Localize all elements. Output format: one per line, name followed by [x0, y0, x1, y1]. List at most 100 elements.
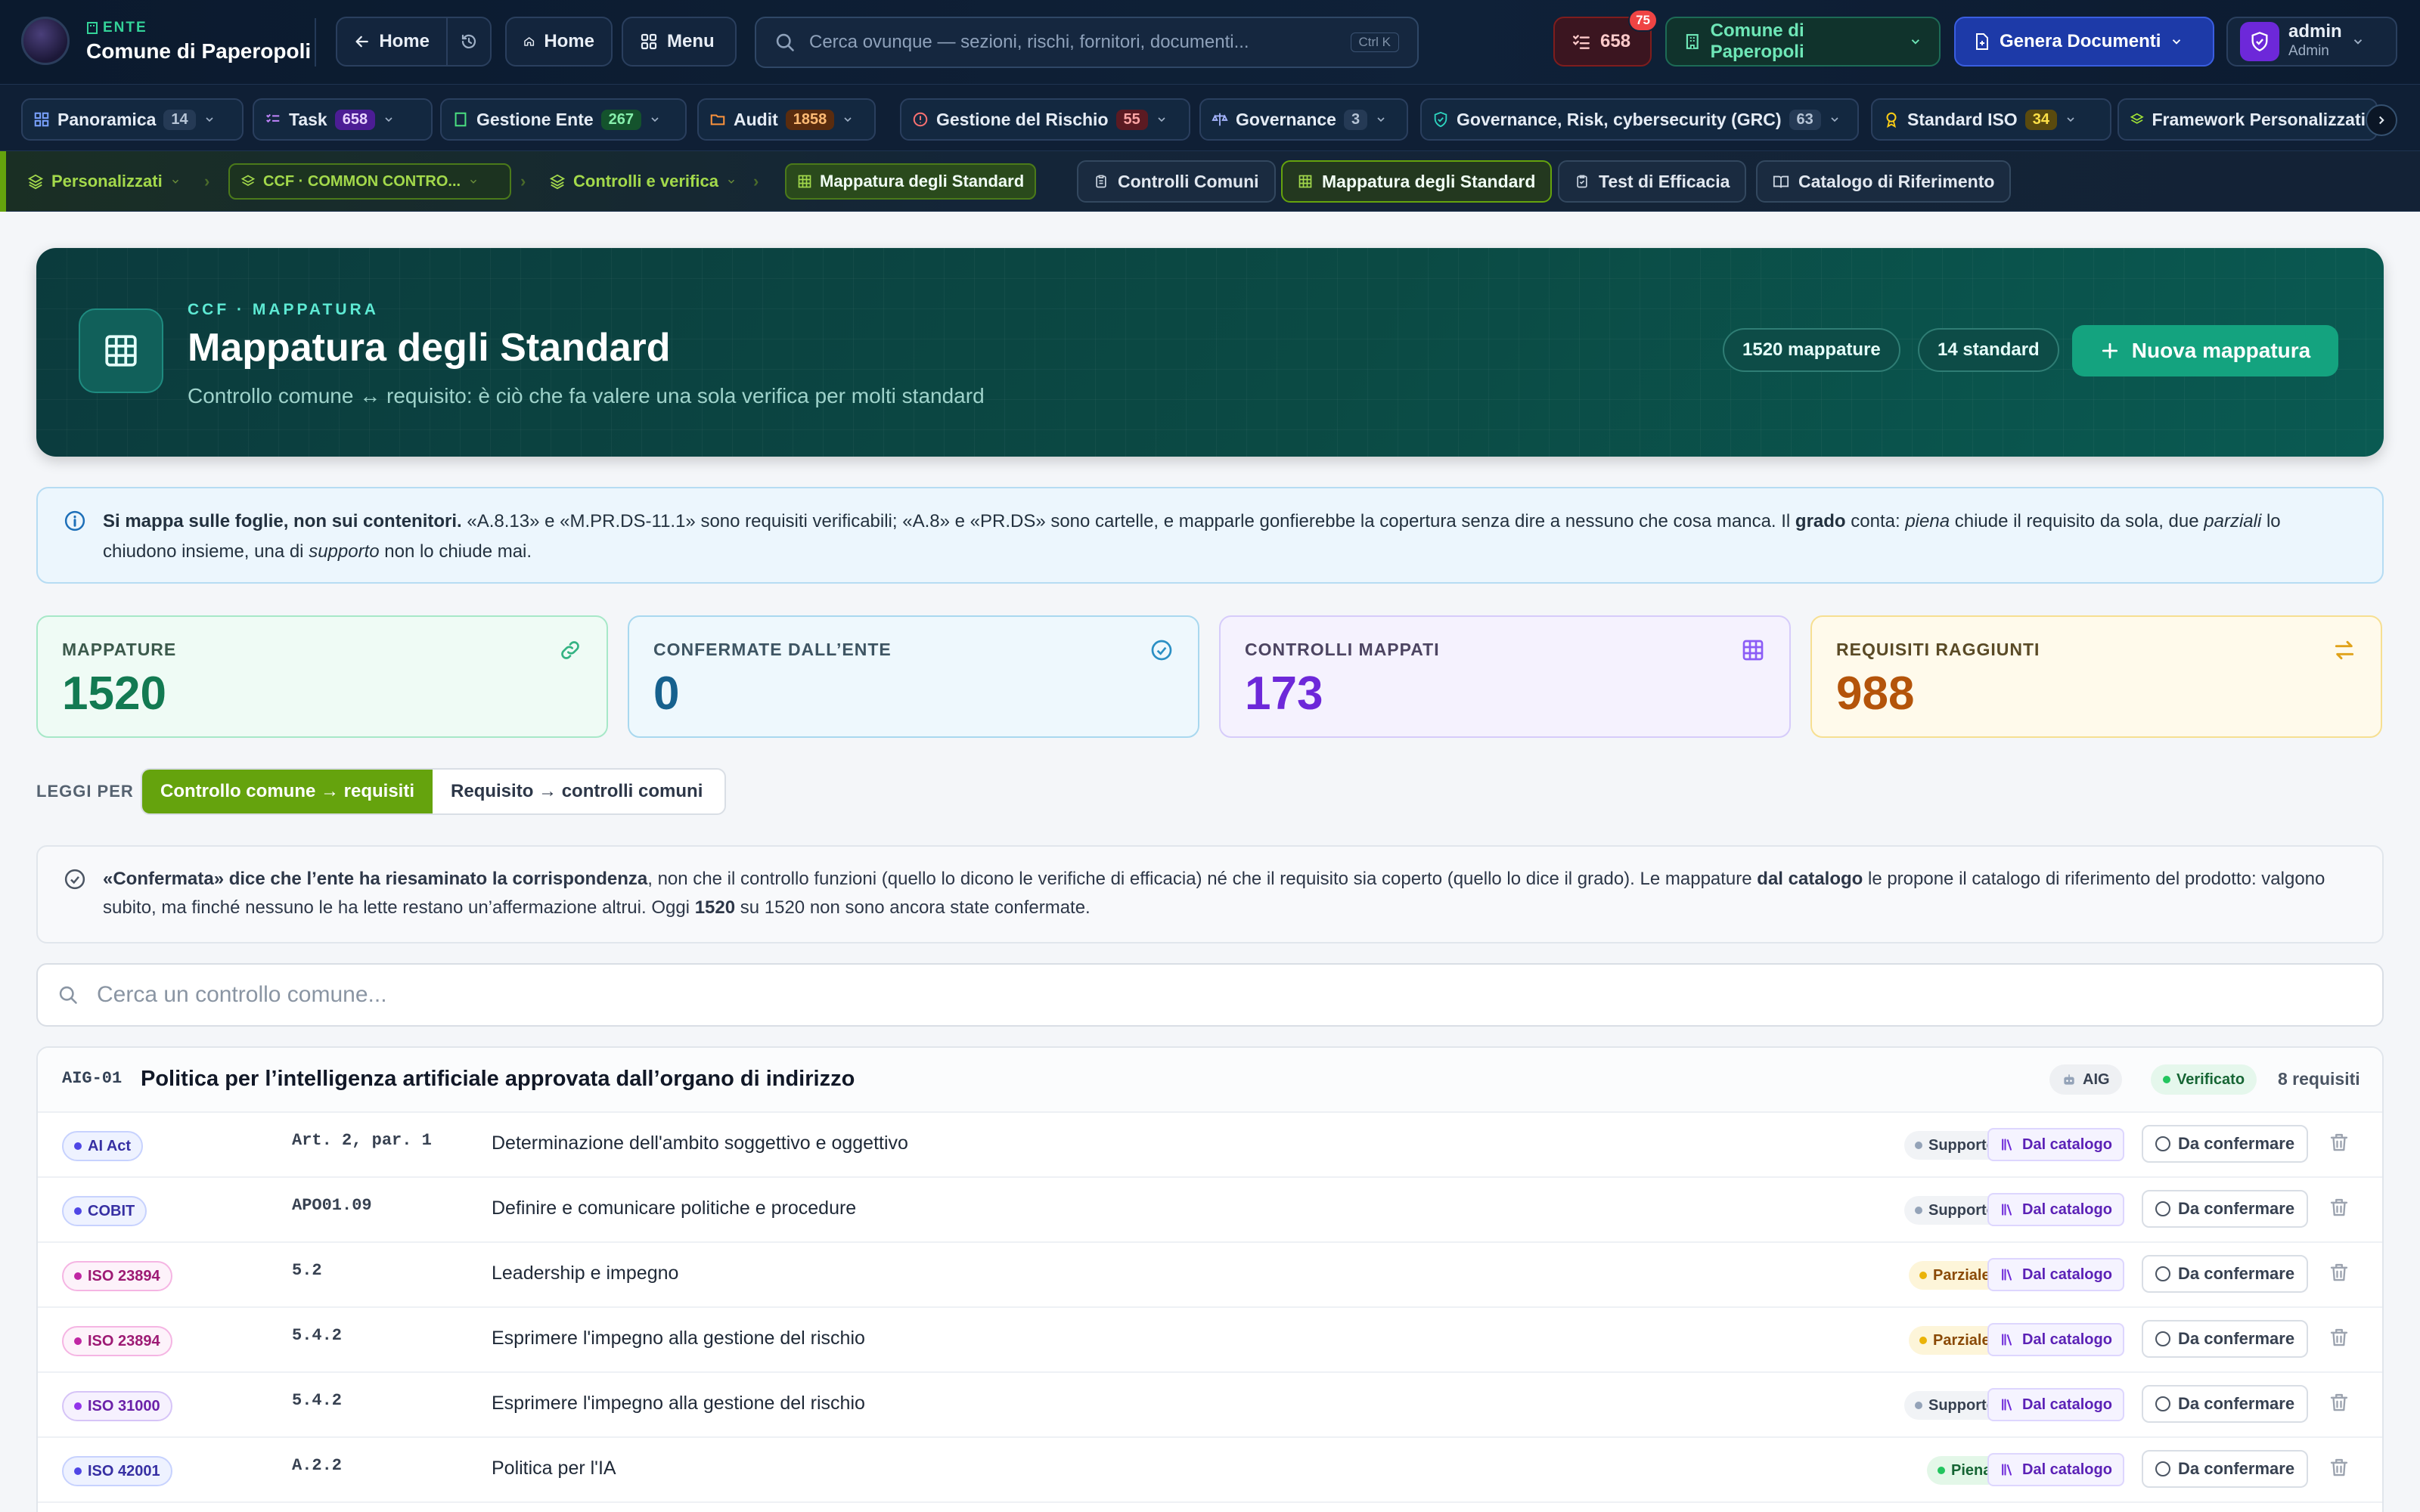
- source-badge: Dal catalogo: [1987, 1258, 2124, 1291]
- alert-circle-icon: [913, 112, 928, 127]
- info-text: Si mappa sulle foglie, non sui contenito…: [103, 511, 2281, 562]
- tasks-button[interactable]: 658 75: [1553, 9, 1658, 67]
- library-icon: [2002, 1334, 2012, 1346]
- table-row[interactable]: ISO 23894 5.2 Leadership e impegno Parziale…: [38, 1243, 2382, 1308]
- library-icon: [2002, 1464, 2012, 1476]
- confirm-button[interactable]: Da confermare: [2142, 1320, 2309, 1358]
- mapping-list: AIG-01 Politica per l’intelligenza artif…: [36, 1046, 2384, 1512]
- table-row[interactable]: COBIT APO01.09 Definire e comunicare polit…: [38, 1178, 2382, 1243]
- control-title: Politica per l’intelligenza artificiale …: [141, 1067, 855, 1091]
- history-icon: [461, 34, 476, 48]
- global-search[interactable]: Cerca ovunque — sezioni, rischi, fornito…: [755, 17, 1419, 68]
- table-row[interactable]: ISO 42001 A.2.2 Politica per l'IA Piena Dal …: [38, 1438, 2382, 1503]
- chevron-down-icon: [1831, 117, 1838, 122]
- scroll-right-button[interactable]: [2366, 104, 2397, 136]
- ente-select[interactable]: Comune di Paperopoli: [1665, 17, 1941, 67]
- confirm-button[interactable]: Da confermare: [2142, 1255, 2309, 1293]
- stat-controlli-mappati: CONTROLLI MAPPATI 173: [1219, 615, 1791, 738]
- control-search[interactable]: Cerca un controllo comune...: [36, 963, 2384, 1027]
- chevron-down-icon: [1377, 117, 1385, 122]
- standard-badge: ISO 23894: [62, 1261, 172, 1291]
- folder-icon: [710, 114, 725, 125]
- tab-controlli-comuni[interactable]: Controlli Comuni: [1077, 160, 1276, 203]
- module-gestione-ente[interactable]: Gestione Ente 267: [440, 98, 687, 141]
- confirm-button[interactable]: Da confermare: [2142, 1385, 2309, 1423]
- library-icon: [2002, 1269, 2012, 1281]
- back-home-button[interactable]: Home: [336, 17, 448, 67]
- module-panoramica[interactable]: Panoramica 14: [21, 98, 244, 141]
- top-bar: ENTE Comune di Paperopoli Home Home Menu…: [0, 0, 2420, 85]
- ente-logo[interactable]: [21, 17, 70, 65]
- confirm-button[interactable]: Da confermare: [2142, 1190, 2309, 1228]
- history-button[interactable]: [446, 17, 492, 67]
- tab-test-efficacia[interactable]: Test di Efficacia: [1558, 160, 1747, 203]
- genera-documenti-button[interactable]: Genera Documenti: [1954, 17, 2214, 67]
- view-controllo-requisiti[interactable]: Controllo comune → requisiti: [142, 770, 433, 813]
- view-requisito-controlli[interactable]: Requisito → controlli comuni: [433, 770, 721, 813]
- search-icon: [776, 33, 794, 51]
- menu-button[interactable]: Menu: [622, 17, 737, 67]
- module-audit[interactable]: Audit 1858: [697, 98, 876, 141]
- confirm-button[interactable]: Da confermare: [2142, 1450, 2309, 1488]
- building-icon: [87, 22, 98, 34]
- chevron-down-icon: [2173, 39, 2181, 45]
- grid-icon: [1298, 175, 1312, 188]
- control-header[interactable]: AIG-01 Politica per l’intelligenza artif…: [38, 1048, 2382, 1113]
- breadcrumb-personalizzati[interactable]: Personalizzati: [27, 162, 181, 201]
- breadcrumb-controlli[interactable]: Controlli e verifica: [549, 162, 737, 201]
- building-icon: [1686, 34, 1699, 49]
- chevron-down-icon: [651, 117, 659, 122]
- module-grc[interactable]: Governance, Risk, cybersecurity (GRC) 63: [1420, 98, 1859, 141]
- control-search-input[interactable]: Cerca un controllo comune...: [97, 982, 387, 1008]
- layers-icon: [27, 174, 44, 190]
- tab-catalogo-riferimento[interactable]: Catalogo di Riferimento: [1756, 160, 2012, 203]
- document-plus-icon: [1976, 33, 1988, 50]
- grid-icon: [798, 175, 811, 188]
- table-row[interactable]: ISO 31000 5.4.2 Esprimere l'impegno alla g…: [38, 1373, 2382, 1438]
- chevron-down-icon: [1912, 39, 1920, 45]
- book-open-icon: [1773, 175, 1789, 188]
- confirm-button[interactable]: Da confermare: [2142, 1125, 2309, 1163]
- layers-icon: [549, 174, 566, 190]
- home-icon: [524, 37, 535, 46]
- home-button[interactable]: Home: [505, 17, 613, 67]
- module-framework-personalizzati[interactable]: Framework Personalizzati: [2118, 98, 2378, 141]
- trash-icon[interactable]: [2328, 1391, 2350, 1414]
- chevron-down-icon: [1158, 117, 1165, 122]
- requirement-title: Esprimere l'impegno alla gestione del ri…: [492, 1328, 865, 1349]
- grid-icon: [641, 33, 657, 50]
- note-text: «Confermata» dice che l’ente ha riesamin…: [103, 869, 2325, 918]
- module-task[interactable]: Task 658: [253, 98, 433, 141]
- trash-icon[interactable]: [2328, 1261, 2350, 1284]
- table-row[interactable]: AI Act Art. 2, par. 1 Determinazione dell'…: [38, 1113, 2382, 1178]
- arrows-exchange-icon: [2335, 640, 2354, 660]
- trash-icon[interactable]: [2328, 1196, 2350, 1219]
- module-standard-iso[interactable]: Standard ISO 34: [1871, 98, 2111, 141]
- view-label: LEGGI PER: [36, 782, 134, 801]
- chevron-down-icon: [2353, 39, 2362, 45]
- chevron-down-icon: [206, 117, 213, 122]
- tab-mappatura-standard[interactable]: Mappatura degli Standard: [1281, 160, 1553, 203]
- chevron-down-icon: [2067, 117, 2074, 122]
- user-menu[interactable]: admin Admin: [2226, 17, 2397, 67]
- trash-icon[interactable]: [2328, 1326, 2350, 1349]
- module-governance[interactable]: Governance 3: [1199, 98, 1408, 141]
- table-row[interactable]: ISO 23894 5.4.2 Esprimere l'impegno alla g…: [38, 1308, 2382, 1373]
- source-badge: Dal catalogo: [1987, 1128, 2124, 1161]
- source-badge: Dal catalogo: [1987, 1193, 2124, 1226]
- stat-mappature: MAPPATURE 1520: [36, 615, 608, 738]
- table-icon: [79, 308, 163, 393]
- source-badge: Dal catalogo: [1987, 1453, 2124, 1486]
- chevron-down-icon: [728, 179, 734, 184]
- breadcrumb-ccf[interactable]: CCF · COMMON CONTRO...: [228, 163, 511, 200]
- new-mapping-button[interactable]: Nuova mappatura: [2072, 325, 2338, 376]
- trash-icon[interactable]: [2328, 1131, 2350, 1154]
- requirement-code: 5.4.2: [292, 1391, 343, 1410]
- trash-icon[interactable]: [2328, 1456, 2350, 1479]
- mappature-count-pill: 1520 mappature: [1723, 328, 1900, 372]
- search-icon: [59, 986, 77, 1004]
- global-search-input[interactable]: Cerca ovunque — sezioni, rischi, fornito…: [809, 32, 1249, 53]
- module-gestione-rischio[interactable]: Gestione del Rischio 55: [900, 98, 1190, 141]
- standard-badge: ISO 42001: [62, 1456, 172, 1486]
- search-shortcut: Ctrl K: [1350, 33, 1399, 52]
